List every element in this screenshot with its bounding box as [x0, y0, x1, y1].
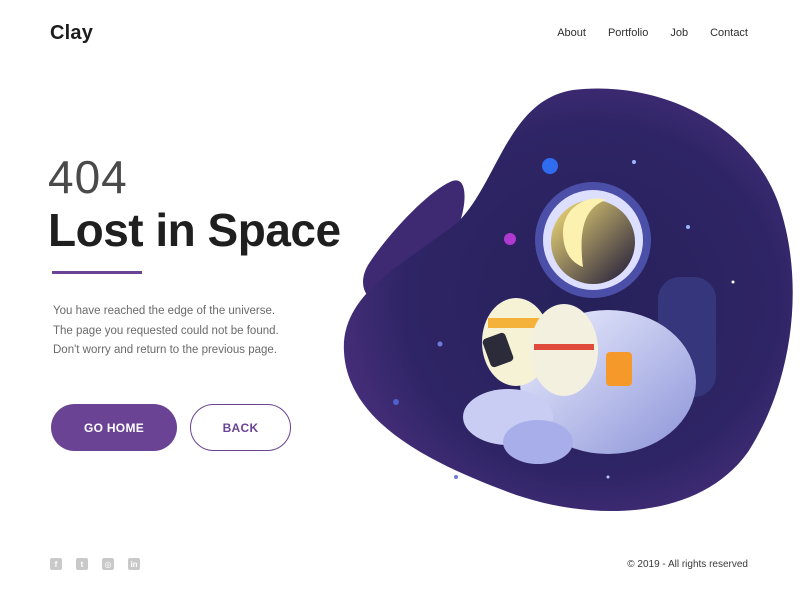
nav-item-job[interactable]: Job — [670, 27, 688, 39]
nav-item-about[interactable]: About — [557, 27, 586, 39]
arm-stripe — [534, 344, 594, 350]
star — [731, 280, 735, 284]
back-button[interactable]: BACK — [190, 404, 291, 451]
page-title: Lost in Space — [48, 204, 341, 256]
facebook-icon[interactable]: f — [50, 558, 62, 570]
shoulder-patch — [606, 352, 632, 386]
description-line: The page you requested could not be foun… — [53, 324, 279, 337]
social-links: f t ◎ in — [50, 558, 140, 570]
star — [437, 341, 443, 347]
star — [504, 233, 516, 245]
star — [542, 158, 558, 174]
star — [686, 225, 690, 229]
copyright-text: © 2019 - All rights reserved — [627, 559, 748, 570]
nav-item-portfolio[interactable]: Portfolio — [608, 27, 648, 39]
star — [632, 160, 636, 164]
description-line: Don't worry and return to the previous p… — [53, 344, 278, 356]
star — [454, 475, 458, 479]
arm-stripe — [488, 318, 543, 328]
description-line: You have reached the edge of the univers… — [53, 305, 276, 317]
top-nav: About Portfolio Job Contact — [535, 27, 748, 39]
title-underline — [52, 271, 142, 274]
go-home-button[interactable]: GO HOME — [51, 404, 177, 451]
error-page: Clay About Portfolio Job Contact 404 Los… — [0, 0, 800, 600]
error-description: You have reached the edge of the univers… — [53, 302, 279, 361]
brand-logo[interactable]: Clay — [50, 22, 93, 45]
nav-item-contact[interactable]: Contact — [710, 27, 748, 39]
astronaut-illustration — [343, 88, 793, 512]
linkedin-icon[interactable]: in — [128, 558, 140, 570]
star — [393, 399, 399, 405]
astronaut-leg — [503, 420, 573, 464]
twitter-icon[interactable]: t — [76, 558, 88, 570]
error-code: 404 — [48, 151, 128, 203]
helmet-visor — [551, 200, 635, 284]
instagram-icon[interactable]: ◎ — [102, 558, 114, 570]
star — [606, 475, 610, 479]
